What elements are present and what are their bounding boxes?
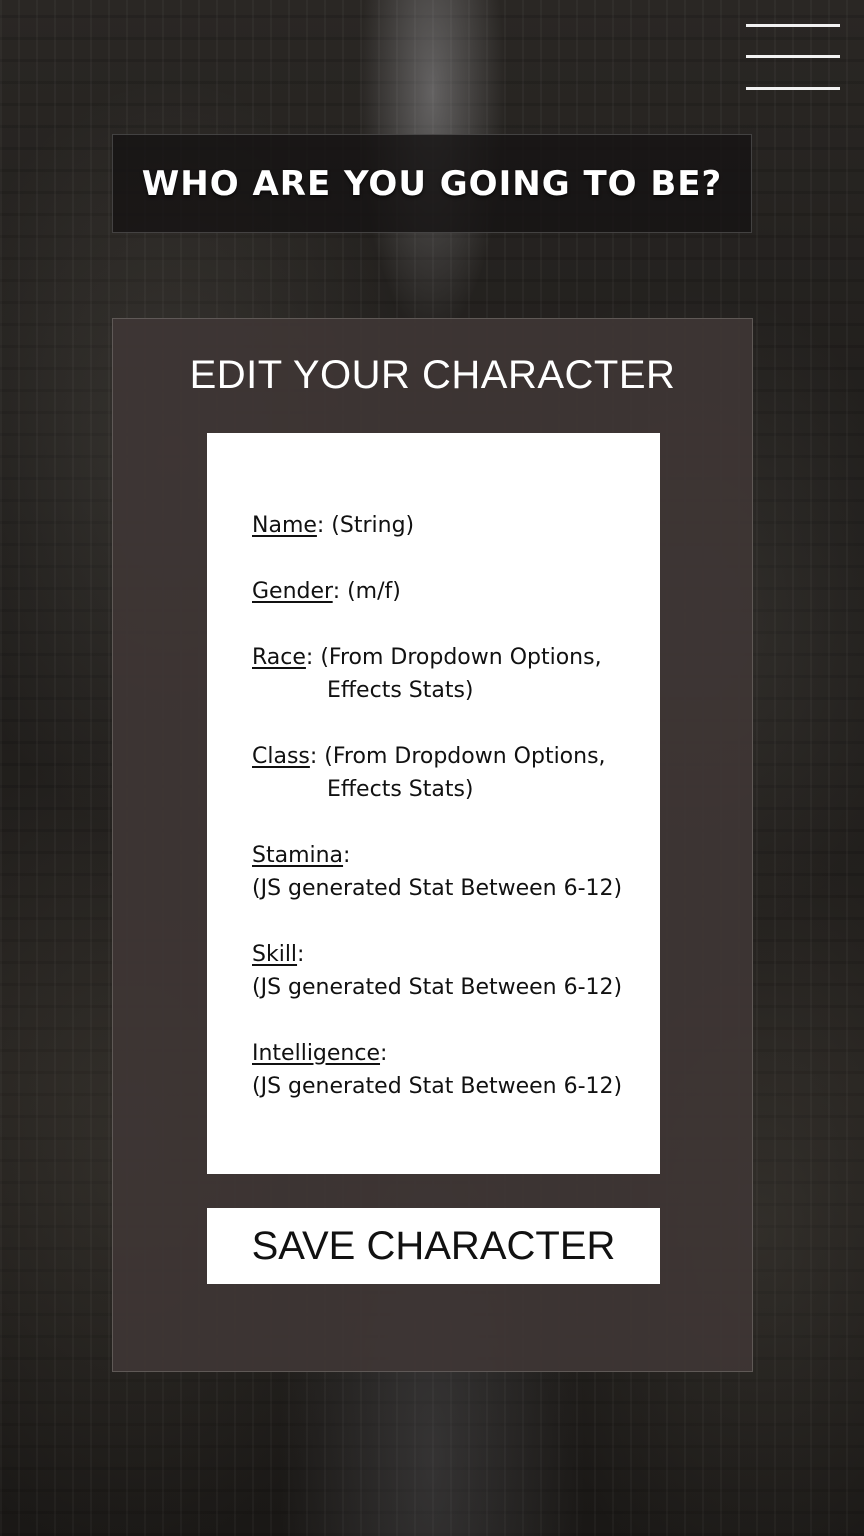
race-value-continued: Effects Stats) — [327, 678, 474, 703]
hamburger-menu-icon-bar — [746, 87, 840, 90]
race-value: : (From Dropdown Options, — [305, 645, 602, 670]
skill-value: (JS generated Stat Between 6-12) — [252, 975, 623, 1000]
stamina-label: Stamina — [252, 843, 344, 868]
menu-button[interactable] — [744, 22, 842, 94]
editor-heading: EDIT YOUR CHARACTER — [189, 353, 676, 397]
title-banner: WHO ARE YOU GOING TO BE? — [112, 134, 752, 233]
intelligence-field: Intelligence: (JS generated Stat Between… — [252, 1037, 660, 1103]
stamina-colon: : — [343, 843, 351, 868]
race-label: Race — [252, 645, 306, 670]
intelligence-value: (JS generated Stat Between 6-12) — [252, 1074, 623, 1099]
character-fields-card: Name: (String) Gender: (m/f) Race: (From… — [207, 433, 660, 1174]
gender-field[interactable]: Gender: (m/f) — [252, 575, 660, 608]
skill-field: Skill: (JS generated Stat Between 6-12) — [252, 938, 660, 1004]
name-value: : (String) — [316, 513, 415, 538]
intelligence-label: Intelligence — [252, 1041, 381, 1066]
class-label: Class — [252, 744, 310, 769]
race-field[interactable]: Race: (From Dropdown Options, Effects St… — [252, 641, 660, 707]
save-character-button[interactable]: SAVE CHARACTER — [207, 1208, 660, 1284]
skill-label: Skill — [252, 942, 298, 967]
stamina-field: Stamina: (JS generated Stat Between 6-12… — [252, 839, 660, 905]
stamina-value: (JS generated Stat Between 6-12) — [252, 876, 623, 901]
class-value: : (From Dropdown Options, — [309, 744, 606, 769]
name-field[interactable]: Name: (String) — [252, 509, 660, 542]
hamburger-menu-icon — [746, 24, 840, 27]
gender-value: : (m/f) — [332, 579, 401, 604]
skill-colon: : — [297, 942, 305, 967]
name-label: Name — [252, 513, 317, 538]
character-editor-panel: EDIT YOUR CHARACTER Name: (String) Gende… — [112, 318, 753, 1372]
gender-label: Gender — [252, 579, 333, 604]
intelligence-colon: : — [380, 1041, 388, 1066]
page-title: WHO ARE YOU GOING TO BE? — [141, 163, 723, 204]
hamburger-menu-icon-bar — [746, 55, 840, 58]
class-field[interactable]: Class: (From Dropdown Options, Effects S… — [252, 740, 660, 806]
class-value-continued: Effects Stats) — [327, 777, 474, 802]
